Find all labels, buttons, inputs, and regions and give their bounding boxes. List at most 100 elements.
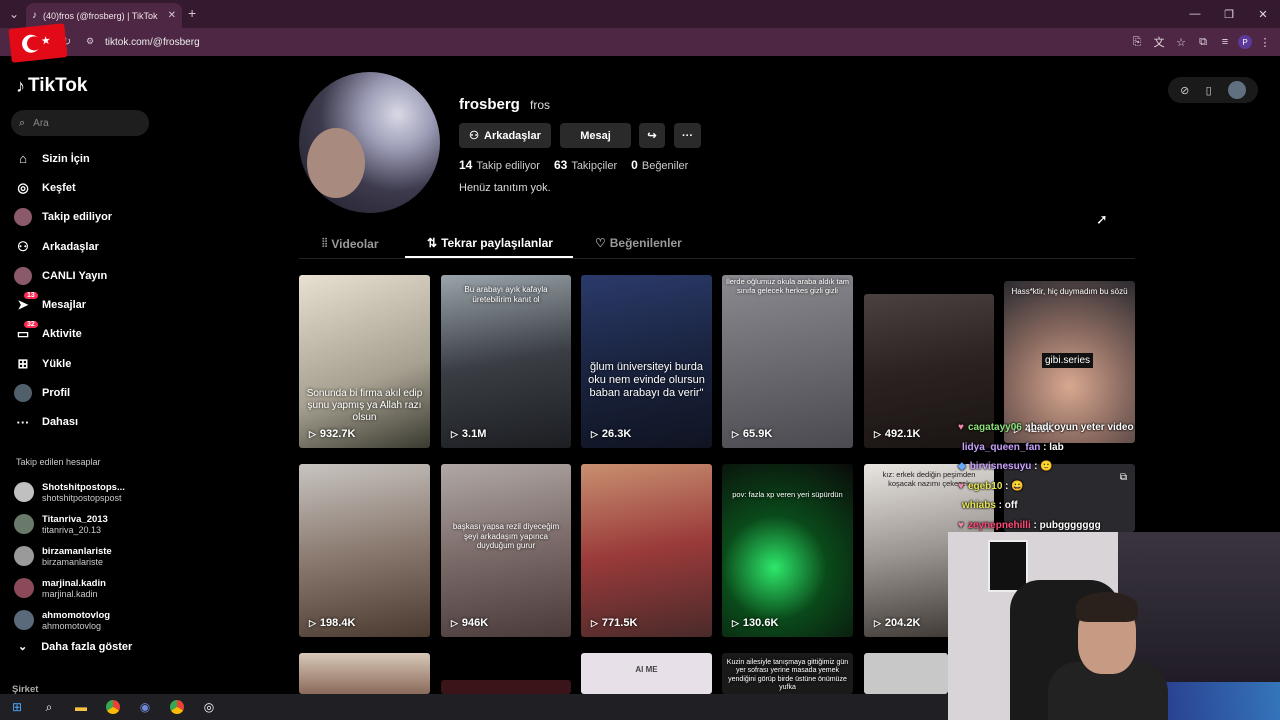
view-count: ▷ 771.5K bbox=[591, 617, 637, 629]
more-options-button[interactable]: ··· bbox=[674, 123, 701, 148]
url-text[interactable]: tiktok.com/@frosberg bbox=[105, 37, 200, 48]
view-count-text: 932.7K bbox=[319, 428, 356, 440]
followers-stat[interactable]: 63 Takipçiler bbox=[554, 158, 617, 172]
video-thumbnail[interactable]: başkası yapsa rezil diyeceğim şeyi arkad… bbox=[441, 464, 571, 637]
following-account[interactable]: marjinal.kadin marjinal.kadin bbox=[14, 572, 125, 604]
browser-profile-avatar[interactable]: P bbox=[1238, 35, 1252, 49]
likes-label: Beğeniler bbox=[641, 160, 689, 172]
tab-videos[interactable]: ⦙⦙ Videolar bbox=[322, 236, 379, 251]
play-icon: ▷ bbox=[591, 617, 598, 628]
coin-icon[interactable]: ⊘ bbox=[1180, 84, 1189, 97]
video-caption: AI ME bbox=[635, 665, 658, 674]
profile-bio: Henüz tanıtım yok. bbox=[459, 182, 551, 194]
chrome-icon[interactable] bbox=[102, 696, 124, 718]
sidebar-item-activity[interactable]: ▭ 32 Aktivite bbox=[14, 320, 174, 349]
play-icon: ▷ bbox=[732, 428, 739, 439]
profile-nickname: fros bbox=[530, 98, 551, 112]
following-account[interactable]: ahmomotovlog ahmomotovlog bbox=[14, 604, 125, 636]
view-count-text: 3.1M bbox=[461, 428, 487, 440]
sidebar-item-following[interactable]: Takip ediliyor bbox=[14, 203, 174, 232]
avatar-icon bbox=[14, 384, 32, 403]
following-account[interactable]: Titanriva_2013 titanriva_20.13 bbox=[14, 508, 125, 540]
sidebar-item-messages[interactable]: ➤ 13 Mesajlar bbox=[14, 290, 174, 319]
chat-user: birvisnesuyu bbox=[969, 461, 1032, 472]
sidebar-item-more[interactable]: ··· Dahası bbox=[14, 408, 174, 437]
extensions-icon[interactable]: ⧉ bbox=[1194, 32, 1212, 52]
friends-button[interactable]: ⚇ Arkadaşlar bbox=[459, 123, 551, 148]
avatar-icon bbox=[14, 266, 32, 285]
minimize-icon[interactable]: — bbox=[1178, 0, 1212, 28]
heart-outline-icon: ♡ bbox=[595, 236, 606, 250]
following-stat[interactable]: 14 Takip ediliyor bbox=[459, 158, 540, 172]
account-name: Shotshitpostops... bbox=[42, 481, 125, 493]
video-thumbnail[interactable]: pov: fazla xp veren yeri süpürdün ▷ 130.6… bbox=[722, 464, 853, 637]
play-icon: ▷ bbox=[451, 617, 458, 628]
discord-icon[interactable]: ◉ bbox=[134, 696, 156, 718]
bookmark-star-icon[interactable]: ☆ bbox=[1172, 32, 1190, 52]
profile-avatar bbox=[299, 72, 440, 213]
view-count: ▷ 26.3K bbox=[591, 428, 631, 440]
tiktok-logo[interactable]: ♪ TikTok bbox=[16, 75, 87, 97]
sidebar-nav: ⌂ Sizin İçin ◎ Keşfet Takip ediliyor ⚇ A… bbox=[14, 144, 174, 437]
search-input[interactable] bbox=[33, 117, 134, 129]
restore-icon[interactable]: ❐ bbox=[1212, 0, 1246, 28]
view-count: ▷ 130.6K bbox=[732, 617, 778, 629]
sidebar-item-live[interactable]: CANLI Yayın bbox=[14, 261, 174, 290]
site-info-icon[interactable]: ⚙ bbox=[86, 36, 94, 47]
video-thumbnail[interactable]: Kuzin ailesiyle tanışmaya gittiğimiz gün… bbox=[722, 653, 853, 694]
video-thumbnail[interactable] bbox=[441, 680, 571, 694]
video-thumbnail[interactable]: ğlum üniversiteyi burda oku nem evinde o… bbox=[581, 275, 712, 448]
video-thumbnail[interactable]: ▷ 198.4K bbox=[299, 464, 430, 637]
video-thumbnail[interactable]: İlerde oğlumuz okula araba aldık tam sın… bbox=[722, 275, 853, 448]
file-explorer-icon[interactable]: ▬ bbox=[70, 696, 92, 718]
new-tab-icon[interactable]: + bbox=[188, 5, 196, 21]
tab-label: Tekrar paylaşılanlar bbox=[441, 236, 553, 250]
profile-tabs: ⦙⦙ Videolar ⇅ Tekrar paylaşılanlar ♡ Beğ… bbox=[299, 230, 1135, 259]
close-window-icon[interactable]: ✕ bbox=[1246, 0, 1280, 28]
close-tab-icon[interactable]: ✕ bbox=[168, 10, 176, 21]
sidebar-item-for-you[interactable]: ⌂ Sizin İçin bbox=[14, 144, 174, 173]
install-icon[interactable]: ⎘ bbox=[1128, 32, 1146, 52]
device-icon[interactable]: ▯ bbox=[1206, 84, 1212, 97]
tab-reposts[interactable]: ⇅ Tekrar paylaşılanlar bbox=[427, 236, 553, 250]
search-icon[interactable]: ⌕ bbox=[38, 696, 60, 718]
video-thumbnail[interactable]: Bu arabayı ayık kafayla üretebilirim kan… bbox=[441, 275, 571, 448]
windows-start-icon[interactable]: ⊞ bbox=[6, 696, 28, 718]
account-handle: marjinal.kadin bbox=[42, 588, 98, 599]
following-account[interactable]: birzamanlariste birzamanlariste bbox=[14, 540, 125, 572]
view-count: ▷ 3.1M bbox=[451, 428, 486, 440]
following-count: 14 bbox=[459, 158, 473, 172]
account-handle: shotshitpostopspost bbox=[42, 492, 122, 503]
video-thumbnail[interactable]: Sonunda bi firma akıl edip şunu yapmış y… bbox=[299, 275, 430, 448]
obs-icon[interactable]: ◎ bbox=[198, 696, 220, 718]
chrome-icon[interactable] bbox=[166, 696, 188, 718]
chat-message: ♥ cagatayy06 : hadi oyun yeter video bbox=[958, 422, 1134, 433]
tab-liked[interactable]: ♡ Beğenilenler bbox=[595, 236, 682, 250]
message-button[interactable]: Mesaj bbox=[560, 123, 631, 148]
translate-icon[interactable]: 文 bbox=[1150, 32, 1168, 52]
show-more-button[interactable]: ⌄ Daha fazla göster bbox=[18, 640, 132, 654]
following-label: Takip ediliyor bbox=[476, 160, 540, 172]
video-thumbnail[interactable] bbox=[299, 653, 430, 694]
tab-search-icon[interactable]: ⌄ bbox=[3, 3, 25, 25]
sidebar-item-profile[interactable]: Profil bbox=[14, 378, 174, 407]
reading-list-icon[interactable]: ≡ bbox=[1216, 32, 1234, 52]
sidebar-item-label: Profil bbox=[42, 387, 71, 400]
sidebar-item-upload[interactable]: ⊞ Yükle bbox=[14, 349, 174, 378]
heart-icon: ♥ bbox=[958, 480, 964, 492]
tiktok-favicon-icon: ♪ bbox=[32, 10, 37, 21]
tab-label: Beğenilenler bbox=[609, 236, 682, 250]
following-account[interactable]: Shotshitpostops... shotshitpostopspost bbox=[14, 476, 125, 508]
sidebar-item-friends[interactable]: ⚇ Arkadaşlar bbox=[14, 232, 174, 261]
sidebar-item-explore[interactable]: ◎ Keşfet bbox=[14, 173, 174, 202]
video-thumbnail[interactable] bbox=[864, 653, 948, 694]
avatar-icon bbox=[14, 208, 32, 227]
view-count: ▷ 492.1K bbox=[874, 428, 920, 440]
user-avatar[interactable] bbox=[1227, 81, 1246, 99]
browser-menu-icon[interactable]: ⋮ bbox=[1256, 32, 1274, 52]
share-button[interactable]: ↪ bbox=[639, 123, 665, 148]
search-box[interactable]: ⌕ bbox=[11, 110, 149, 136]
video-thumbnail[interactable]: ▷ 771.5K bbox=[581, 464, 712, 637]
video-thumbnail[interactable]: AI ME bbox=[581, 653, 712, 694]
play-icon: ▷ bbox=[591, 428, 598, 439]
